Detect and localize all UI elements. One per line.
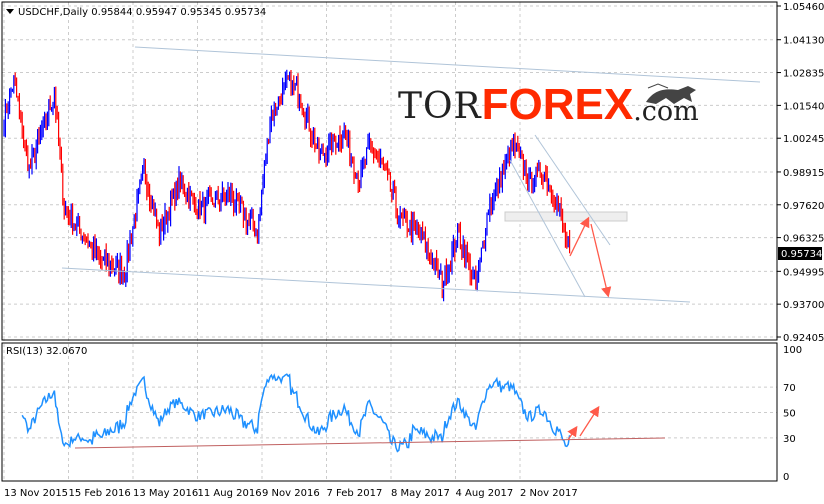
x-tick-label: 15 Feb 2016 — [69, 488, 131, 499]
rsi-support-line[interactable] — [74, 437, 666, 449]
y-tick-label: 0.94995 — [783, 267, 824, 278]
y-tick-label: 1.01540 — [783, 101, 824, 112]
x-tick-label: 7 Feb 2017 — [327, 488, 383, 499]
rsi-tick-label: 0 — [783, 472, 789, 483]
resistance-zone — [504, 211, 628, 222]
downtrend-upper-line[interactable] — [534, 134, 611, 246]
y-tick-label: 0.98915 — [783, 168, 824, 179]
y-tick-label: 0.96325 — [783, 234, 824, 245]
y-tick-label: 1.05460 — [783, 2, 824, 13]
y-tick-label: 1.02835 — [783, 69, 824, 80]
y-tick-label: 0.97620 — [783, 201, 824, 212]
rsi-title: RSI(13) 32.0670 — [6, 346, 87, 357]
channel-lower-line[interactable] — [61, 267, 691, 303]
channel-upper-line[interactable] — [134, 46, 761, 83]
x-tick-label: 9 Nov 2016 — [262, 488, 320, 499]
x-tick-label: 4 Aug 2017 — [456, 488, 514, 499]
rsi-tick-label: 70 — [783, 383, 796, 394]
x-tick-label: 11 Aug 2016 — [198, 488, 262, 499]
rsi-tick-label: 100 — [783, 345, 802, 356]
y-tick-label: 1.04130 — [783, 36, 824, 47]
chart-header: USDCHF,Daily 0.95844 0.95947 0.95345 0.9… — [18, 7, 266, 18]
collapse-triangle-icon[interactable] — [6, 9, 14, 14]
chart-canvas: 1.05460 1.04130 1.02835 1.01540 1.00245 0.989… — [1, 1, 824, 499]
bull-logo-icon — [646, 83, 696, 104]
forecast-arrow-down — [590, 223, 612, 298]
x-tick-label: 2 Nov 2017 — [520, 488, 578, 499]
x-tick-label: 13 Nov 2015 — [4, 488, 68, 499]
y-tick-label: 0.93700 — [783, 300, 824, 311]
x-tick-label: 8 May 2017 — [391, 488, 450, 499]
rsi-arrow-up — [579, 405, 600, 437]
chart-window: 1.05460 1.04130 1.02835 1.01540 1.00245 0.989… — [0, 0, 824, 504]
x-tick-label: 13 May 2016 — [133, 488, 198, 499]
current-price-label: 0.95734 — [781, 249, 822, 260]
rsi-tick-label: 30 — [783, 434, 796, 445]
rsi-tick-label: 50 — [783, 409, 796, 420]
y-tick-label: 1.00245 — [783, 134, 824, 145]
y-tick-label: 0.92405 — [783, 333, 824, 344]
